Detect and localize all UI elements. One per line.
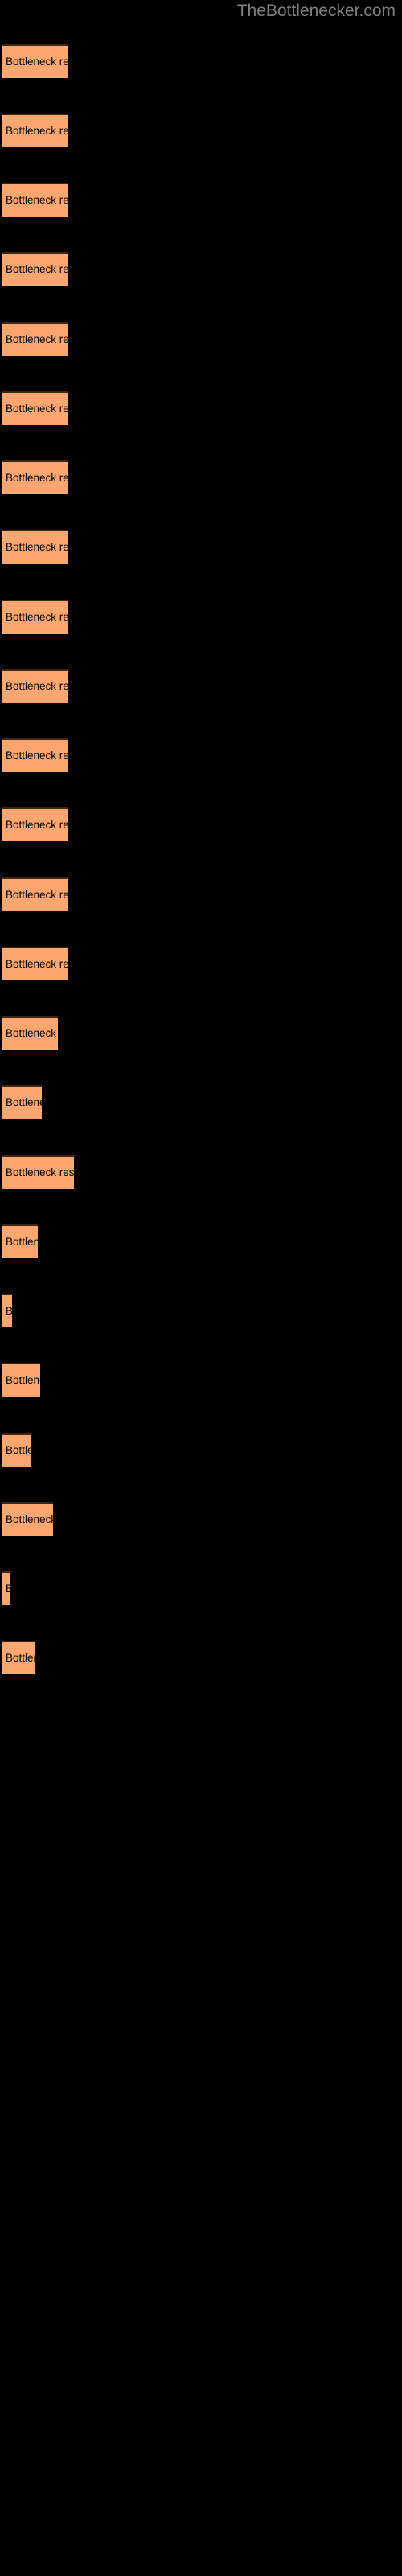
- bar[interactable]: Bottleneck result: [2, 1502, 53, 1536]
- bar-row: Bottleneck result: [0, 1571, 402, 1605]
- bar-label: Bottleneck result: [6, 1166, 74, 1179]
- bar-row: Bottleneck result: [0, 183, 402, 217]
- bar[interactable]: Bottleneck result: [2, 44, 68, 78]
- bar-row: Bottleneck result: [0, 1363, 402, 1397]
- bar-label: Bottleneck result: [6, 1236, 38, 1249]
- bar-label: Bottleneck result: [6, 1513, 53, 1526]
- bar-label: Bottleneck result: [2, 1306, 12, 1317]
- bar-label: Bottleneck result: [6, 958, 68, 971]
- bar-label: Bottleneck result: [6, 680, 68, 693]
- bar[interactable]: Bottleneck result: [2, 1016, 58, 1050]
- bar-label: Bottleneck result: [6, 56, 68, 68]
- bar-label: Bottleneck result: [6, 1027, 58, 1040]
- bar[interactable]: Bottleneck result: [2, 391, 68, 425]
- bar-label: Bottleneck result: [2, 1583, 10, 1595]
- bar[interactable]: Bottleneck result: [2, 947, 68, 980]
- bar-label: Bottleneck result: [6, 1652, 35, 1665]
- bar-label: Bottleneck result: [6, 402, 68, 415]
- bar[interactable]: Bottleneck result: [2, 460, 68, 494]
- bar[interactable]: Bottleneck result: [2, 1155, 74, 1189]
- bar-row: Bottleneck result: [0, 530, 402, 564]
- bar[interactable]: Bottleneck result: [2, 600, 68, 634]
- bar-row: Bottleneck result: [0, 807, 402, 841]
- bar-label: Bottleneck result: [6, 472, 68, 485]
- bar-label: Bottleneck result: [6, 125, 68, 138]
- bar[interactable]: Bottleneck result: [2, 1571, 10, 1605]
- bar-row: Bottleneck result: [0, 1016, 402, 1050]
- bar[interactable]: Bottleneck result: [2, 252, 68, 286]
- bar[interactable]: Bottleneck result: [2, 738, 68, 772]
- bar-row: Bottleneck result: [0, 1502, 402, 1536]
- bar-row: Bottleneck result: [0, 1433, 402, 1467]
- bar-label: Bottleneck result: [6, 263, 68, 276]
- bar-label: Bottleneck result: [6, 333, 68, 346]
- bar[interactable]: Bottleneck result: [2, 1085, 42, 1119]
- bar[interactable]: Bottleneck result: [2, 322, 68, 356]
- bar-row: Bottleneck result: [0, 252, 402, 286]
- bar-row: Bottleneck result: [0, 1641, 402, 1674]
- bar-label: Bottleneck result: [6, 1374, 40, 1387]
- bar-row: Bottleneck result: [0, 1294, 402, 1327]
- bar-label: Bottleneck result: [6, 889, 68, 902]
- bar[interactable]: Bottleneck result: [2, 1641, 35, 1674]
- bar-row: Bottleneck result: [0, 877, 402, 911]
- bar[interactable]: Bottleneck result: [2, 114, 68, 147]
- bar[interactable]: Bottleneck result: [2, 1224, 38, 1258]
- bar-label: Bottleneck result: [6, 1444, 31, 1457]
- bar-row: Bottleneck result: [0, 44, 402, 78]
- bar-row: Bottleneck result: [0, 669, 402, 703]
- bar-row: Bottleneck result: [0, 460, 402, 494]
- bar-row: Bottleneck result: [0, 600, 402, 634]
- bar[interactable]: Bottleneck result: [2, 1294, 12, 1327]
- bar-row: Bottleneck result: [0, 322, 402, 356]
- bar[interactable]: Bottleneck result: [2, 877, 68, 911]
- bar[interactable]: Bottleneck result: [2, 1363, 40, 1397]
- bar-row: Bottleneck result: [0, 947, 402, 980]
- bar[interactable]: Bottleneck result: [2, 183, 68, 217]
- bar-row: Bottleneck result: [0, 1085, 402, 1119]
- bar[interactable]: Bottleneck result: [2, 807, 68, 841]
- bar-label: Bottleneck result: [6, 541, 68, 554]
- bar-label: Bottleneck result: [6, 819, 68, 832]
- bar-label: Bottleneck result: [6, 749, 68, 762]
- bar-row: Bottleneck result: [0, 391, 402, 425]
- bar-label: Bottleneck result: [6, 1096, 42, 1109]
- bar-row: Bottleneck result: [0, 1224, 402, 1258]
- bar-row: Bottleneck result: [0, 738, 402, 772]
- bar[interactable]: Bottleneck result: [2, 669, 68, 703]
- bar-row: Bottleneck result: [0, 1155, 402, 1189]
- bar[interactable]: Bottleneck result: [2, 530, 68, 564]
- bar-label: Bottleneck result: [6, 194, 68, 207]
- bar-row: Bottleneck result: [0, 114, 402, 147]
- bar-label: Bottleneck result: [6, 611, 68, 624]
- bar[interactable]: Bottleneck result: [2, 1433, 31, 1467]
- bottleneck-bar-chart: Bottleneck result Bottleneck result Bottle…: [0, 0, 402, 2576]
